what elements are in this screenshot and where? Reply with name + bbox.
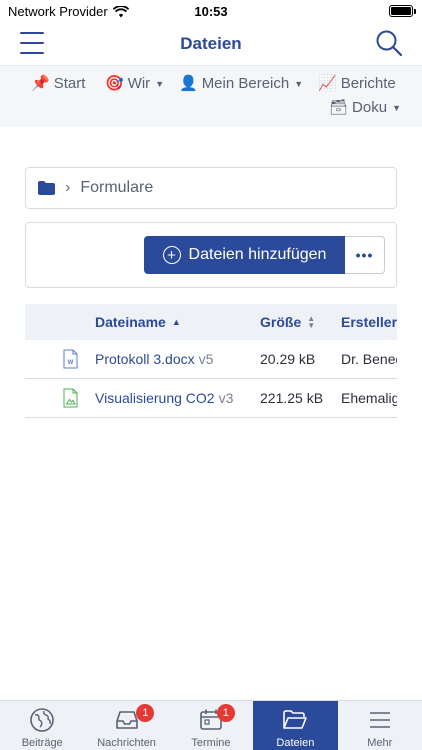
sort-unsorted-icon: ▲ ▼ bbox=[307, 314, 316, 330]
nav-label: Start bbox=[53, 75, 86, 92]
tab-label: Termine bbox=[191, 737, 231, 749]
file-size-cell: 221.25 kB bbox=[260, 390, 324, 406]
file-version: v5 bbox=[198, 351, 214, 367]
nav-item-doku[interactable]: 🗃 Doku ▼ bbox=[329, 99, 401, 116]
caret-down-icon: ▼ bbox=[155, 78, 165, 89]
breadcrumb: › Formulare bbox=[25, 167, 397, 209]
hamburger-menu-icon[interactable] bbox=[20, 32, 44, 54]
add-files-label: Dateien hinzufügen bbox=[188, 246, 327, 263]
file-name-cell[interactable]: Visualisierung CO2 v3 bbox=[95, 390, 233, 406]
app-header: Dateien bbox=[0, 22, 422, 66]
nav-item-mein-bereich[interactable]: 👤 Mein Bereich ▼ bbox=[179, 75, 303, 92]
tab-label: Dateien bbox=[276, 737, 315, 749]
nav-label: Berichte bbox=[340, 75, 396, 92]
file-name-link[interactable]: Visualisierung CO2 bbox=[95, 390, 215, 406]
page-title: Dateien bbox=[180, 33, 242, 53]
file-name-link[interactable]: Protokoll 3.docx bbox=[95, 351, 195, 367]
file-creator-cell: Dr. Benedikt bbox=[341, 351, 397, 367]
globe-icon bbox=[30, 708, 54, 732]
folder-open-icon bbox=[283, 710, 308, 729]
chevron-right-icon: › bbox=[65, 179, 71, 196]
caret-down-icon: ▼ bbox=[294, 78, 304, 89]
tab-mehr[interactable]: Mehr bbox=[338, 701, 422, 750]
breadcrumb-current[interactable]: Formulare bbox=[80, 179, 153, 197]
file-version: v3 bbox=[218, 390, 234, 406]
notification-badge: 1 bbox=[216, 704, 235, 722]
column-header-name[interactable]: Dateiname ▲ bbox=[95, 314, 181, 330]
more-options-button[interactable]: ••• bbox=[345, 236, 385, 274]
tab-dateien[interactable]: Dateien bbox=[253, 701, 338, 750]
sort-ascending-icon: ▲ bbox=[171, 317, 181, 327]
table-row[interactable]: Visualisierung CO2v3 221.25 kB Ehemalige… bbox=[25, 379, 397, 418]
nav-item-wir[interactable]: 🎯 Wir ▼ bbox=[105, 75, 164, 92]
main-nav: 📌 Start 🎯 Wir ▼ 👤 Mein Bereich ▼ 📈 Beric… bbox=[0, 66, 422, 127]
word-file-icon: W bbox=[63, 349, 78, 369]
nav-label: Doku bbox=[352, 99, 388, 116]
chart-icon: 📈 bbox=[318, 75, 337, 92]
files-table: Dateiname ▲ Größe ▲ ▼ Ersteller W Protoko… bbox=[25, 304, 397, 418]
clock: 10:53 bbox=[194, 4, 228, 19]
table-header: Dateiname ▲ Größe ▲ ▼ Ersteller bbox=[25, 304, 397, 340]
tab-beitraege[interactable]: Beiträge bbox=[0, 701, 84, 750]
target-icon: 🎯 bbox=[105, 75, 124, 92]
bottom-tab-bar: Beiträge 1 Nachrichten 1 Termine Dateien bbox=[0, 700, 422, 750]
add-files-button[interactable]: + Dateien hinzufügen bbox=[144, 236, 345, 274]
file-name-cell[interactable]: Protokoll 3.docx v5 bbox=[95, 351, 213, 367]
status-bar: Network Provider 10:53 bbox=[0, 0, 422, 22]
svg-text:W: W bbox=[68, 360, 74, 366]
folder-icon[interactable] bbox=[38, 181, 55, 195]
column-header-creator[interactable]: Ersteller bbox=[341, 314, 397, 330]
tab-label: Nachrichten bbox=[97, 737, 156, 749]
nav-item-start[interactable]: 📌 Start bbox=[31, 75, 85, 92]
column-header-size[interactable]: Größe ▲ ▼ bbox=[260, 314, 315, 330]
image-file-icon bbox=[63, 388, 78, 408]
tab-label: Beiträge bbox=[21, 737, 63, 749]
tab-label: Mehr bbox=[367, 737, 393, 749]
plus-circle-icon: + bbox=[162, 246, 181, 264]
nav-label: Wir bbox=[127, 75, 151, 92]
file-creator-cell: Ehemaliger bbox=[341, 390, 397, 406]
menu-icon bbox=[369, 712, 390, 728]
search-icon[interactable] bbox=[374, 28, 404, 58]
notification-badge: 1 bbox=[136, 704, 155, 722]
user-icon: 👤 bbox=[179, 75, 198, 92]
file-size-cell: 20.29 kB bbox=[260, 351, 316, 367]
nav-item-berichte[interactable]: 📈 Berichte bbox=[318, 75, 396, 92]
caret-down-icon: ▼ bbox=[392, 102, 401, 113]
tab-termine[interactable]: 1 Termine bbox=[169, 701, 253, 750]
file-box-icon: 🗃 bbox=[329, 99, 349, 116]
tab-nachrichten[interactable]: 1 Nachrichten bbox=[84, 701, 168, 750]
table-row[interactable]: W Protokoll 3.docxv5 20.29 kB Dr. Benedi… bbox=[25, 340, 397, 379]
file-toolbar: + Dateien hinzufügen ••• bbox=[25, 222, 397, 288]
battery-icon bbox=[389, 5, 416, 17]
nav-label: Mein Bereich bbox=[201, 75, 290, 92]
pin-icon: 📌 bbox=[31, 75, 50, 92]
